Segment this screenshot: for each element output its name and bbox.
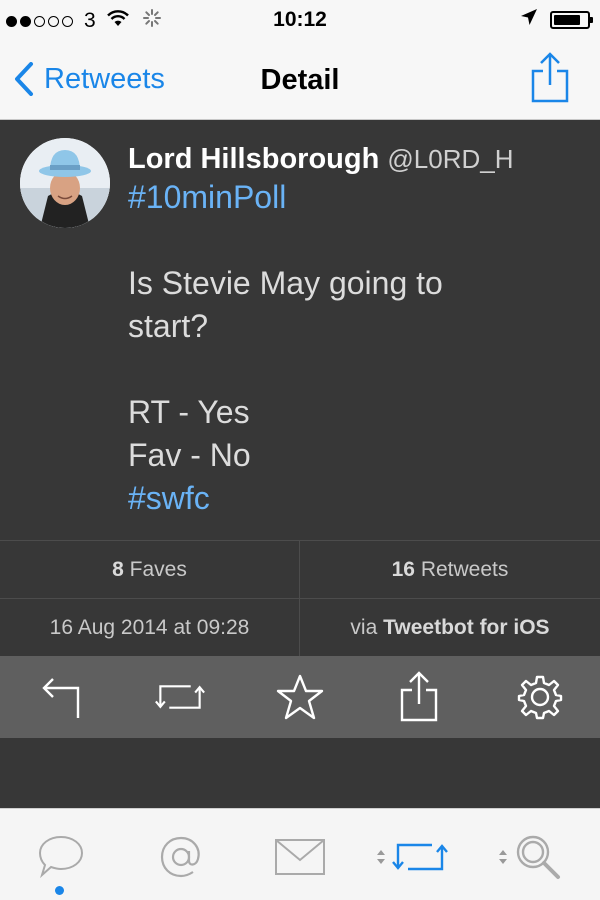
stats-row-meta: 16 Aug 2014 at 09:28 via Tweetbot for iO…: [0, 598, 600, 657]
retweets-icon: [392, 843, 448, 871]
page-title: Detail: [260, 64, 340, 96]
tweet-action-bar: [0, 656, 600, 738]
sort-arrows-icon: [498, 848, 508, 866]
retweets-count-button[interactable]: 16 Retweets: [300, 541, 600, 599]
tweet-text-line: [128, 219, 580, 262]
status-time: 10:12: [273, 8, 327, 31]
share-tweet-button[interactable]: [394, 671, 444, 722]
share-button[interactable]: [530, 52, 570, 109]
tab-messages[interactable]: [272, 831, 328, 883]
tweet-client[interactable]: via Tweetbot for iOS: [300, 599, 600, 657]
settings-button[interactable]: [515, 672, 565, 722]
tab-bar: [0, 808, 600, 900]
tweet-text-line: start?: [128, 308, 209, 344]
retweets-count: 16: [391, 558, 415, 581]
share-icon: [400, 671, 438, 722]
favorite-star-icon: [276, 674, 324, 720]
timeline-bubble-icon: [38, 835, 84, 879]
hashtag-link[interactable]: #swfc: [128, 477, 580, 520]
author-line[interactable]: Lord Hillsborough @L0RD_H: [128, 142, 580, 176]
battery-icon: [550, 10, 593, 29]
tweet-timestamp: 16 Aug 2014 at 09:28: [0, 599, 300, 657]
active-tab-indicator: [55, 886, 64, 895]
stats-row-counts: 8 Faves 16 Retweets: [0, 540, 600, 599]
tweet-stats: 8 Faves 16 Retweets 16 Aug 2014 at 09:28…: [0, 540, 600, 657]
author-handle: @L0RD_H: [387, 144, 514, 174]
avatar[interactable]: [20, 138, 110, 228]
retweets-label: Retweets: [420, 558, 509, 581]
hashtag-link[interactable]: #10minPoll: [128, 176, 580, 219]
tweet-text-line: Fav - No: [128, 437, 251, 473]
settings-gear-icon: [517, 675, 563, 720]
author-name: Lord Hillsborough: [128, 143, 380, 175]
favorite-button[interactable]: [275, 672, 325, 722]
tweet-body: Lord Hillsborough @L0RD_H #10minPoll Is S…: [128, 142, 580, 520]
retweet-button[interactable]: [155, 672, 205, 722]
via-prefix: via: [350, 616, 378, 639]
reply-icon: [42, 678, 80, 718]
status-right: [520, 8, 593, 31]
faves-count: 8: [112, 558, 124, 581]
messages-envelope-icon: [275, 839, 325, 875]
location-arrow-icon: [520, 8, 538, 31]
retweet-icon: [155, 685, 205, 709]
tweet-text-line: [128, 348, 580, 391]
navigation-bar: Retweets Detail: [0, 40, 600, 120]
tab-mentions[interactable]: [158, 831, 204, 883]
search-icon: [516, 835, 560, 879]
status-bar: 3 10:12: [0, 0, 600, 40]
faves-label: Faves: [129, 558, 187, 581]
tweet-detail: Lord Hillsborough @L0RD_H #10minPoll Is S…: [0, 120, 600, 540]
tab-search[interactable]: [490, 831, 570, 883]
sort-arrows-icon: [376, 848, 386, 866]
share-icon: [531, 52, 569, 103]
content-background: [0, 738, 600, 808]
tweet-text-line: RT - Yes: [128, 394, 250, 430]
faves-count-button[interactable]: 8 Faves: [0, 541, 300, 599]
client-name: Tweetbot for iOS: [383, 616, 550, 639]
reply-button[interactable]: [35, 672, 85, 722]
tweet-text: #10minPoll Is Stevie May going to start? RT…: [128, 176, 580, 520]
tweet-text-line: Is Stevie May going to: [128, 265, 443, 301]
tab-retweets[interactable]: [370, 831, 454, 883]
mentions-at-icon: [160, 836, 200, 878]
tab-timeline[interactable]: [36, 831, 86, 883]
